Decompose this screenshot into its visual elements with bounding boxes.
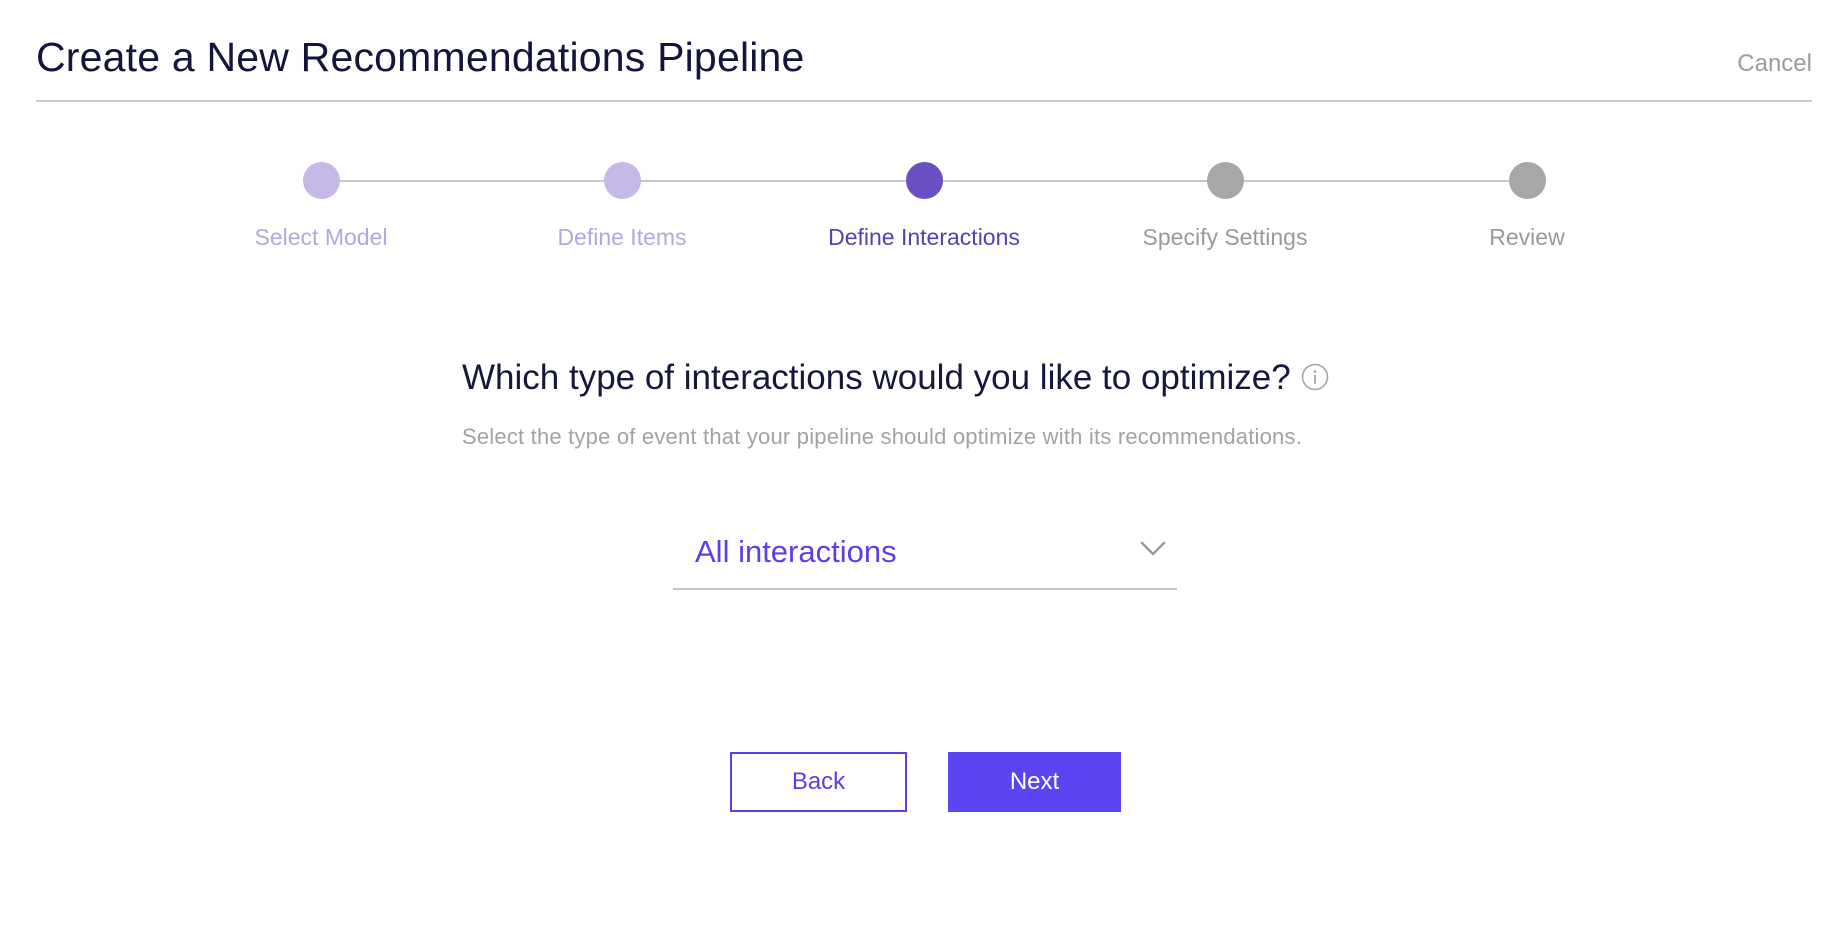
question-description: Select the type of event that your pipel… — [462, 424, 1303, 449]
interaction-type-select[interactable]: All interactions — [673, 518, 1177, 590]
step-indicator-completed — [302, 162, 340, 199]
question-heading: Which type of interactions would you lik… — [462, 358, 1329, 398]
step-indicator-upcoming — [1206, 162, 1244, 199]
progress-stepper: Select Model Define Items Define Interac… — [0, 0, 1842, 270]
back-button[interactable]: Back — [730, 752, 907, 812]
step-indicator-upcoming — [1508, 162, 1546, 199]
question-text: Which type of interactions would you lik… — [462, 358, 1291, 397]
step-label: Select Model — [254, 224, 388, 250]
create-pipeline-page: Create a New Recommendations Pipeline Ca… — [0, 0, 1842, 946]
step-define-items[interactable]: Define Items — [472, 162, 772, 251]
step-label: Specify Settings — [1142, 224, 1308, 250]
info-circle-icon[interactable] — [1301, 363, 1329, 391]
step-define-interactions[interactable]: Define Interactions — [774, 162, 1074, 251]
chevron-down-icon — [1140, 541, 1166, 556]
step-indicator-current — [905, 162, 943, 199]
step-select-model[interactable]: Select Model — [171, 162, 471, 251]
step-indicator-completed — [603, 162, 641, 199]
step-review: Review — [1377, 162, 1677, 251]
step-label: Define Interactions — [828, 224, 1020, 250]
step-label: Define Items — [557, 224, 687, 250]
select-value: All interactions — [695, 534, 897, 569]
step-label: Review — [1489, 224, 1565, 250]
step-specify-settings: Specify Settings — [1075, 162, 1375, 251]
next-button[interactable]: Next — [948, 752, 1121, 812]
